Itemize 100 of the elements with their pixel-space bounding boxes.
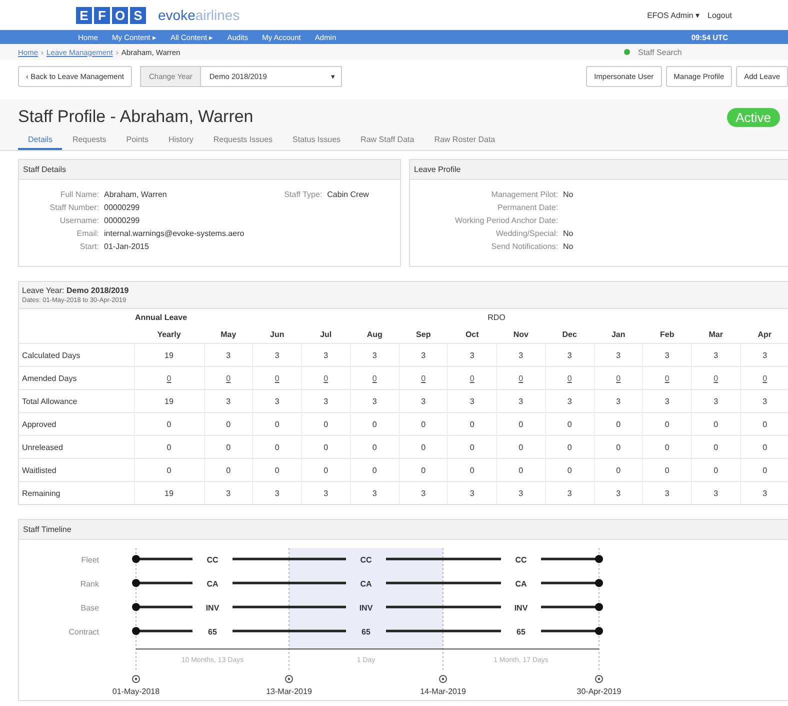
timeline-value: INV xyxy=(359,604,373,612)
table-cell: 0 xyxy=(226,420,231,428)
marker-icon xyxy=(285,675,293,683)
timeline-value: CC xyxy=(360,556,372,564)
amend-link[interactable]: 0 xyxy=(470,374,474,382)
timeline-value: CC xyxy=(515,556,527,564)
logout-link[interactable]: Logout xyxy=(708,10,732,20)
table-cell: 3 xyxy=(664,350,670,360)
table-cell: 0 xyxy=(518,420,524,428)
table-cell: 0 xyxy=(616,466,621,474)
tab[interactable]: Raw Roster Data xyxy=(424,131,506,150)
table-cell: 3 xyxy=(714,350,718,360)
table-cell: 0 xyxy=(518,466,524,474)
table-cell: 3 xyxy=(226,396,231,406)
field-value: No xyxy=(563,190,574,199)
table-cell: 0 xyxy=(166,442,172,452)
row-label: Unreleased xyxy=(19,436,134,458)
table-cell: 0 xyxy=(567,466,572,474)
tab[interactable]: History xyxy=(158,131,204,150)
search-field[interactable]: Staff Search xyxy=(638,48,718,56)
amend-link[interactable]: 0 xyxy=(762,374,768,382)
table-cell: 0 xyxy=(762,466,768,474)
user-menu[interactable]: EFOS Admin ▾ xyxy=(647,10,700,20)
table-cell: 3 xyxy=(372,396,377,406)
amend-link[interactable]: 0 xyxy=(616,374,621,382)
field-label: Email: xyxy=(76,229,99,238)
table-cell: 3 xyxy=(762,350,768,360)
tab[interactable]: Details xyxy=(18,131,62,150)
row-label: Total Allowance xyxy=(19,390,134,412)
row-label: Approved xyxy=(19,412,134,436)
table-cell: 3 xyxy=(518,488,524,498)
brand-name: evokeairlines xyxy=(158,7,240,23)
table-cell: 0 xyxy=(274,466,280,474)
amend-link[interactable]: 0 xyxy=(324,374,328,382)
table-cell: 3 xyxy=(518,396,524,406)
timeline-value: 65 xyxy=(516,628,526,636)
table-cell: 0 xyxy=(421,442,426,452)
tab[interactable]: Raw Staff Data xyxy=(350,131,424,150)
table-cell: 3 xyxy=(664,396,670,406)
tab[interactable]: Requests Issues xyxy=(203,131,283,150)
table-cell: 3 xyxy=(567,350,572,360)
column-header: Nov xyxy=(496,325,546,344)
table-cell: 3 xyxy=(372,488,377,498)
table-cell: 3 xyxy=(567,396,572,406)
tab[interactable]: Requests xyxy=(62,131,116,150)
row-label: Waitlisted xyxy=(19,458,134,482)
table-cell: 0 xyxy=(421,420,426,428)
table-cell: 0 xyxy=(324,466,328,474)
amend-link[interactable]: 0 xyxy=(421,374,426,382)
table-cell: 3 xyxy=(616,488,621,498)
table-cell: 0 xyxy=(372,420,377,428)
table-cell: 0 xyxy=(421,466,426,474)
tab[interactable]: Points xyxy=(116,131,158,150)
status-dot xyxy=(624,49,630,55)
table-cell: 3 xyxy=(762,396,768,406)
table-cell: 19 xyxy=(164,350,174,360)
amend-link[interactable]: 0 xyxy=(567,374,572,382)
amend-link[interactable]: 0 xyxy=(372,374,377,382)
marker-icon xyxy=(595,675,603,683)
column-header: Feb xyxy=(642,325,692,344)
field-value: No xyxy=(563,242,574,251)
table-cell: 3 xyxy=(762,488,768,498)
column-header: May xyxy=(204,325,253,344)
table-cell: 3 xyxy=(714,396,718,406)
table-cell: 3 xyxy=(567,488,572,498)
table-cell: 0 xyxy=(166,420,172,428)
table-cell: 0 xyxy=(324,420,328,428)
table-cell: 0 xyxy=(664,420,670,428)
field-label: Username: xyxy=(58,216,99,225)
row-label: Base xyxy=(80,604,99,612)
table-cell: 0 xyxy=(567,420,572,428)
table-cell: 3 xyxy=(518,350,524,360)
timeline-value: CA xyxy=(515,580,527,588)
row-label: Calculated Days xyxy=(19,344,134,366)
amend-link[interactable]: 0 xyxy=(518,374,524,382)
field-value: Abraham, Warren xyxy=(104,190,167,199)
leave-year-title: Leave Year: Demo 2018/2019 xyxy=(22,286,130,295)
column-header: Jul xyxy=(302,325,350,344)
table-cell: 3 xyxy=(274,350,280,360)
table-cell: 3 xyxy=(421,350,426,360)
table-cell: 0 xyxy=(470,442,474,452)
panel-title: Staff Timeline xyxy=(19,520,788,540)
column-header: Dec xyxy=(545,325,594,344)
table-cell: 3 xyxy=(616,396,621,406)
column-header: Oct xyxy=(448,325,496,344)
tab[interactable]: Status Issues xyxy=(282,131,351,150)
amend-link[interactable]: 0 xyxy=(226,374,231,382)
panel-title: Leave Profile xyxy=(410,160,788,180)
table-cell: 3 xyxy=(274,488,280,498)
table-cell: 0 xyxy=(274,420,280,428)
field-label: Staff Type: xyxy=(284,190,322,199)
amend-link[interactable]: 0 xyxy=(714,374,718,382)
table-cell: 19 xyxy=(164,488,174,498)
amend-link[interactable]: 0 xyxy=(166,374,172,382)
page-title: Staff Profile - Abraham, Warren xyxy=(18,107,254,127)
amend-link[interactable]: 0 xyxy=(664,374,670,382)
column-header: Sep xyxy=(399,325,448,344)
table-cell: 3 xyxy=(226,488,231,498)
amend-link[interactable]: 0 xyxy=(274,374,280,382)
logo-letter: S xyxy=(130,6,146,24)
